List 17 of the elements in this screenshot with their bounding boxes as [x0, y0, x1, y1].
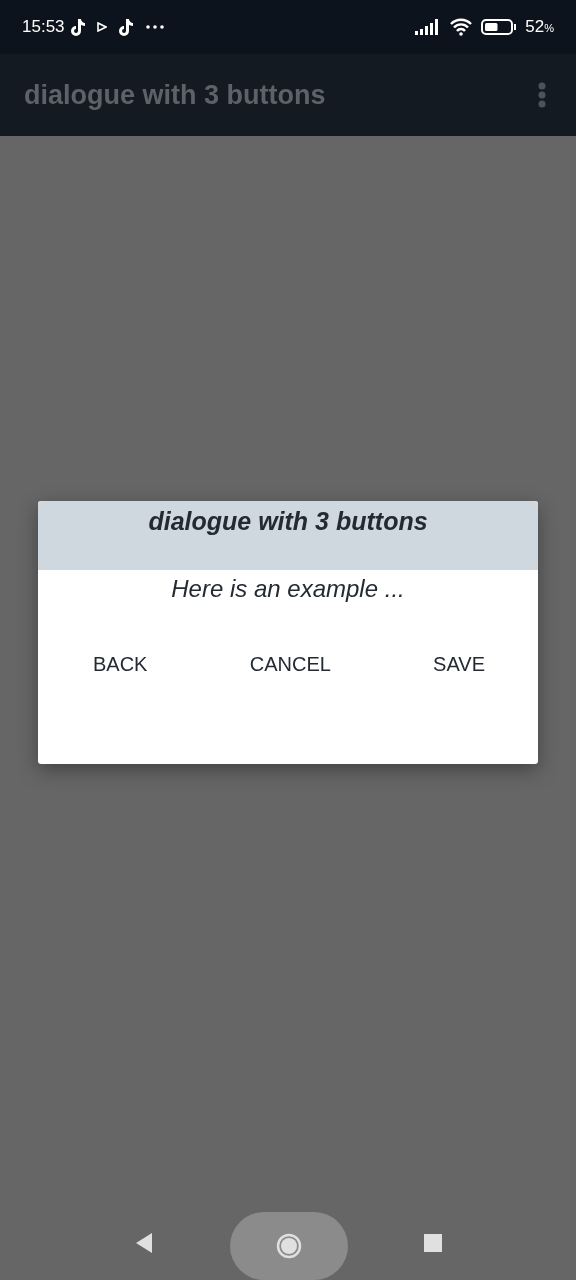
music-note-icon	[68, 17, 87, 37]
overflow-menu-icon[interactable]	[538, 82, 546, 108]
dialog-message: Here is an example ...	[171, 575, 405, 603]
home-icon	[276, 1233, 302, 1259]
clock-time: 15:53	[22, 17, 65, 37]
app-title: dialogue with 3 buttons	[24, 79, 326, 111]
dialog-button[interactable]: SAVE	[418, 643, 500, 686]
wifi-icon	[449, 18, 474, 36]
back-icon[interactable]	[134, 1232, 154, 1254]
dialog-title: dialogue with 3 buttons	[148, 507, 428, 536]
more-icon	[144, 24, 165, 30]
play-icon	[96, 22, 107, 32]
dialog-button[interactable]: CANCEL	[234, 643, 346, 686]
battery-percent: 52%	[525, 17, 554, 37]
battery-icon	[481, 19, 518, 35]
music-note-icon	[116, 17, 135, 37]
dialog-button[interactable]: BACK	[78, 643, 163, 686]
